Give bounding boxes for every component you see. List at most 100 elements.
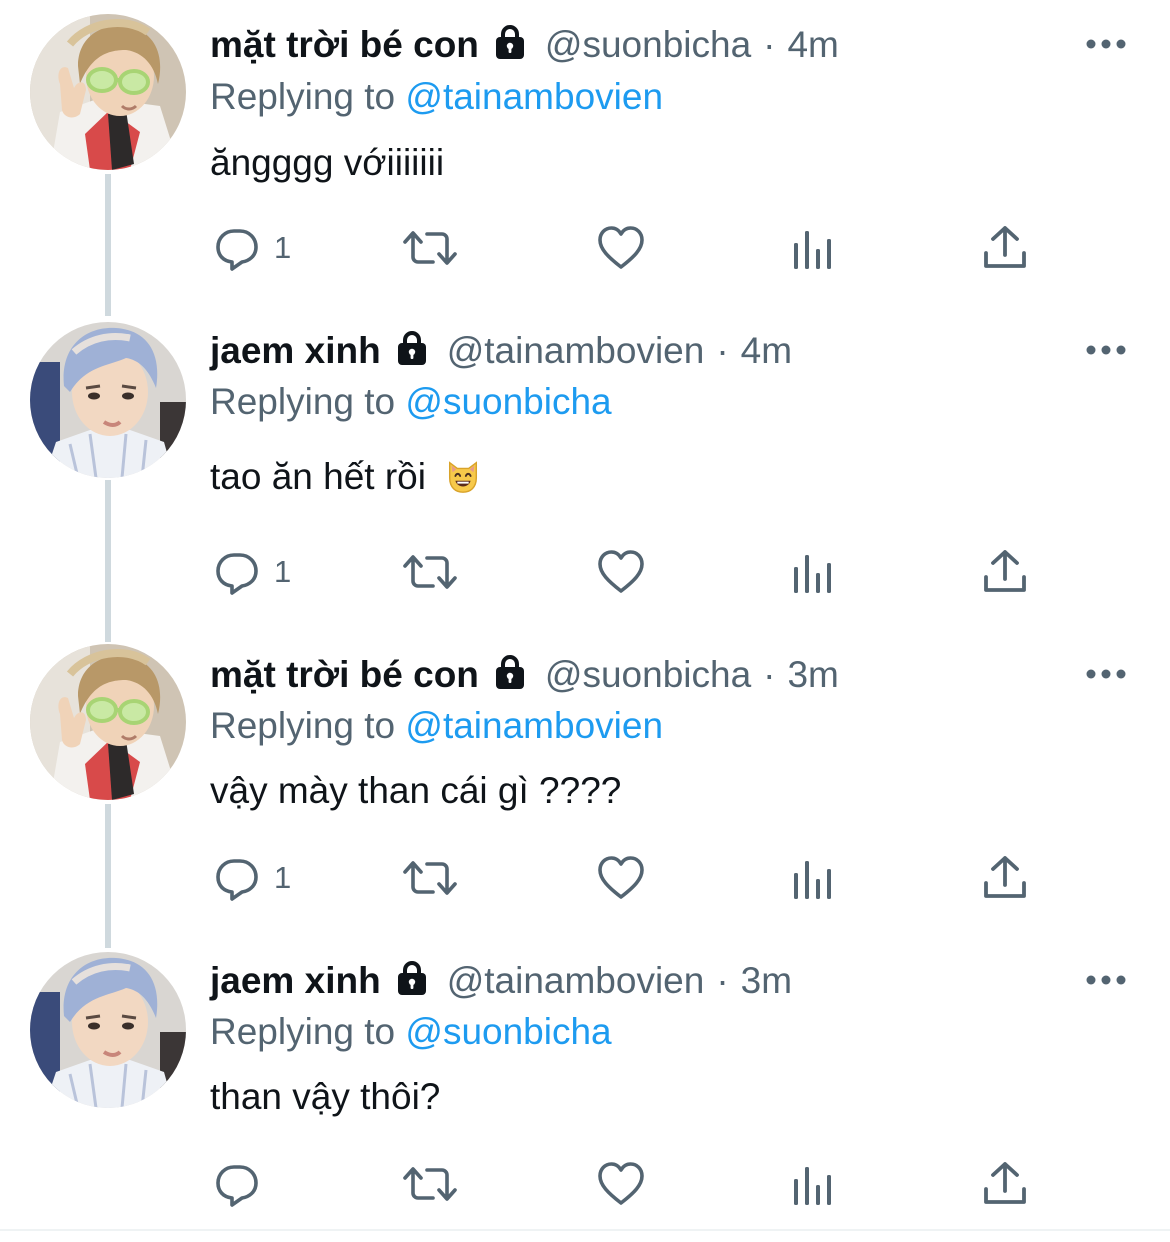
retweet-button[interactable] xyxy=(400,218,460,278)
reply-button[interactable]: 1 xyxy=(212,542,291,602)
like-button[interactable] xyxy=(596,1154,646,1214)
share-icon xyxy=(980,853,1030,903)
more-icon[interactable] xyxy=(1084,340,1128,360)
analytics-button[interactable] xyxy=(788,1154,838,1214)
reply-count: 1 xyxy=(274,230,292,265)
tweet-header: mặt trời bé con @suonbicha · 4m xyxy=(210,20,839,70)
tweet-header: jaem xinh @tainambovien · 3m xyxy=(210,956,792,1006)
replying-to-line: Replying to @suonbicha xyxy=(210,377,612,427)
share-button[interactable] xyxy=(980,1154,1030,1214)
retweet-icon xyxy=(400,1159,460,1209)
replying-to-line: Replying to @tainambovien xyxy=(210,72,663,122)
avatar[interactable] xyxy=(30,14,186,170)
timestamp[interactable]: 4m xyxy=(787,20,838,70)
share-button[interactable] xyxy=(980,218,1030,278)
reply-button[interactable] xyxy=(212,1154,274,1214)
tweet-item[interactable]: jaem xinh @tainambovien · 3m Replying to… xyxy=(0,936,1170,1242)
replying-to-line: Replying to @tainambovien xyxy=(210,701,663,751)
share-button[interactable] xyxy=(980,848,1030,908)
analytics-icon xyxy=(788,853,838,903)
like-button[interactable] xyxy=(596,218,646,278)
avatar[interactable] xyxy=(30,322,186,478)
tweet-text: vậy mày than cái gì ???? xyxy=(210,766,621,816)
analytics-button[interactable] xyxy=(788,218,838,278)
user-handle[interactable]: @tainambovien xyxy=(447,326,705,376)
grinning-cat-emoji-icon xyxy=(444,457,482,495)
tweet-header: mặt trời bé con @suonbicha · 3m xyxy=(210,650,839,700)
replying-to-label: Replying to xyxy=(210,381,396,422)
separator-dot: · xyxy=(716,330,729,371)
more-icon[interactable] xyxy=(1084,34,1128,54)
avatar[interactable] xyxy=(30,952,186,1108)
display-name[interactable]: mặt trời bé con xyxy=(210,20,479,70)
more-icon[interactable] xyxy=(1084,664,1128,684)
replying-to-label: Replying to xyxy=(210,1011,396,1052)
display-name[interactable]: jaem xinh xyxy=(210,956,381,1006)
tweet-actions: 1 xyxy=(0,542,1170,602)
reply-icon xyxy=(212,547,262,597)
display-name[interactable]: mặt trời bé con xyxy=(210,650,479,700)
reply-button[interactable]: 1 xyxy=(212,218,291,278)
heart-icon xyxy=(596,853,646,903)
user-handle[interactable]: @suonbicha xyxy=(545,650,751,700)
tweet-actions: 1 xyxy=(0,848,1170,908)
retweet-icon xyxy=(400,223,460,273)
analytics-icon xyxy=(788,223,838,273)
separator-dot: · xyxy=(763,654,776,695)
replying-to-handle-link[interactable]: @suonbicha xyxy=(405,381,611,422)
like-button[interactable] xyxy=(596,542,646,602)
heart-icon xyxy=(596,1159,646,1209)
tweet-thread: mặt trời bé con @suonbicha · 4m Replying… xyxy=(0,0,1170,1233)
separator-dot: · xyxy=(763,24,776,65)
user-handle[interactable]: @tainambovien xyxy=(447,956,705,1006)
lock-icon xyxy=(393,329,431,367)
retweet-button[interactable] xyxy=(400,542,460,602)
tweet-item[interactable]: jaem xinh @tainambovien · 4m Replying to… xyxy=(0,306,1170,612)
retweet-icon xyxy=(400,853,460,903)
avatar-sunglasses-image xyxy=(30,14,186,170)
heart-icon xyxy=(596,547,646,597)
reply-icon xyxy=(212,1159,262,1209)
reply-button[interactable]: 1 xyxy=(212,848,291,908)
replying-to-handle-link[interactable]: @tainambovien xyxy=(405,705,663,746)
reply-count: 1 xyxy=(274,554,292,589)
tweet-header: jaem xinh @tainambovien · 4m xyxy=(210,326,792,376)
analytics-button[interactable] xyxy=(788,848,838,908)
bottom-divider xyxy=(0,1229,1170,1231)
lock-icon xyxy=(393,959,431,997)
like-button[interactable] xyxy=(596,848,646,908)
share-icon xyxy=(980,547,1030,597)
retweet-button[interactable] xyxy=(400,1154,460,1214)
tweet-text: tao ăn hết rồi xyxy=(210,452,482,502)
display-name[interactable]: jaem xinh xyxy=(210,326,381,376)
timestamp[interactable]: 3m xyxy=(741,956,792,1006)
tweet-text-body: tao ăn hết rồi xyxy=(210,456,426,497)
share-button[interactable] xyxy=(980,542,1030,602)
retweet-icon xyxy=(400,547,460,597)
tweet-actions xyxy=(0,1154,1170,1214)
tweet-text-body: vậy mày than cái gì ???? xyxy=(210,770,622,811)
tweet-item[interactable]: mặt trời bé con @suonbicha · 4m Replying… xyxy=(0,0,1170,306)
reply-icon xyxy=(212,223,262,273)
analytics-button[interactable] xyxy=(788,542,838,602)
tweet-text-body: than vậy thôi? xyxy=(210,1076,441,1117)
replying-to-handle-link[interactable]: @tainambovien xyxy=(405,76,663,117)
lock-icon xyxy=(491,23,529,61)
avatar[interactable] xyxy=(30,644,186,800)
replying-to-label: Replying to xyxy=(210,705,396,746)
avatar-blue-hair-image xyxy=(30,952,186,1108)
tweet-actions: 1 xyxy=(0,218,1170,278)
more-icon[interactable] xyxy=(1084,970,1128,990)
replying-to-line: Replying to @suonbicha xyxy=(210,1007,612,1057)
replying-to-handle-link[interactable]: @suonbicha xyxy=(405,1011,611,1052)
user-handle[interactable]: @suonbicha xyxy=(545,20,751,70)
timestamp[interactable]: 3m xyxy=(787,650,838,700)
timestamp[interactable]: 4m xyxy=(741,326,792,376)
tweet-item[interactable]: mặt trời bé con @suonbicha · 3m Replying… xyxy=(0,630,1170,936)
retweet-button[interactable] xyxy=(400,848,460,908)
analytics-icon xyxy=(788,547,838,597)
separator-dot: · xyxy=(716,960,729,1001)
avatar-blue-hair-image xyxy=(30,322,186,478)
tweet-text-body: ăngggg vớiiiiiii xyxy=(210,142,445,183)
replying-to-label: Replying to xyxy=(210,76,396,117)
